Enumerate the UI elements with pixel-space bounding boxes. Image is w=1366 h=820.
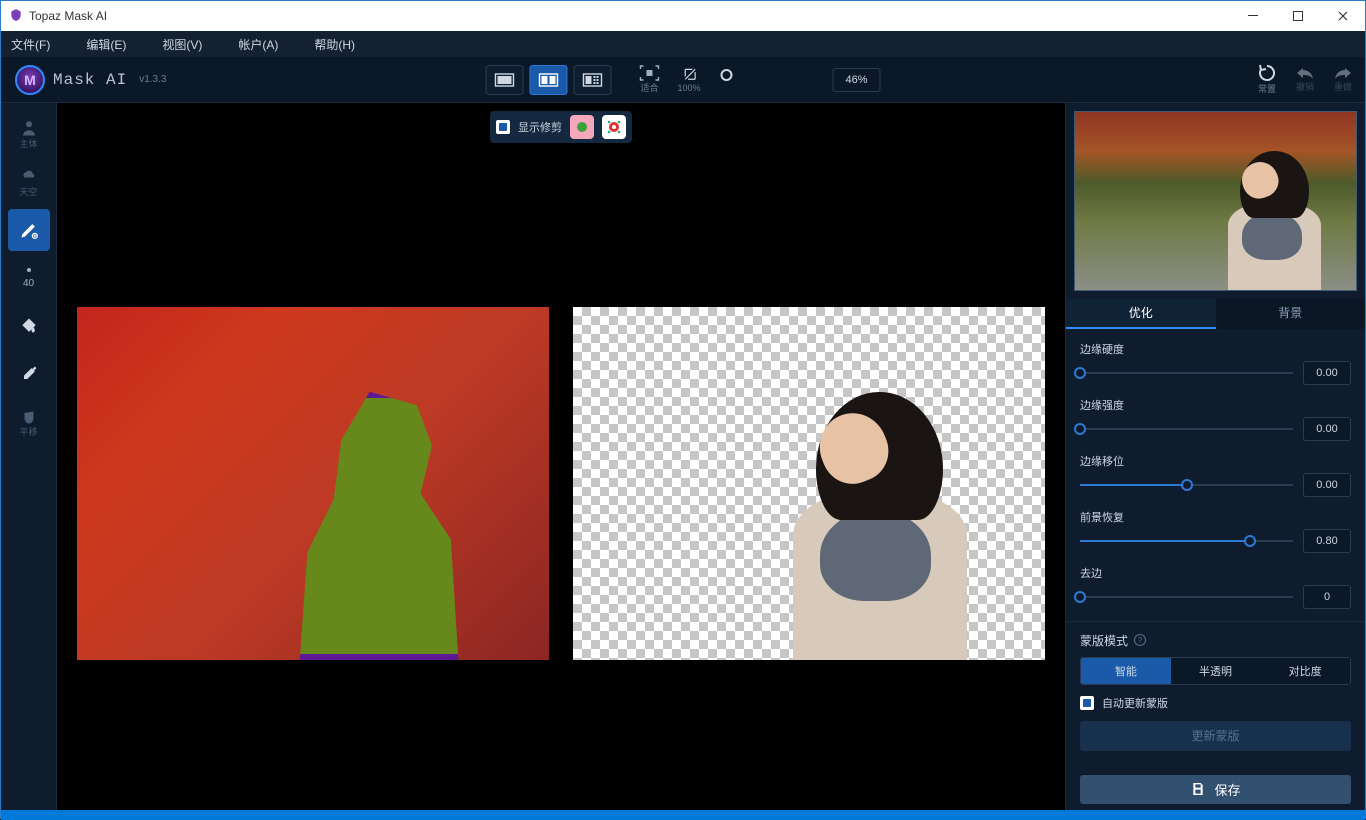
redo-label: 重做 [1334, 80, 1352, 93]
slider-edge-hardness-value[interactable]: 0.00 [1303, 361, 1351, 385]
canvas-area[interactable]: 显示修剪 [57, 103, 1065, 810]
window-maximize-button[interactable] [1275, 1, 1320, 31]
show-trim-checkbox[interactable] [496, 120, 510, 134]
zoom-fit-button[interactable]: 适合 [639, 65, 659, 94]
slider-defringe-value[interactable]: 0 [1303, 585, 1351, 609]
slider-edge-strength-value[interactable]: 0.00 [1303, 417, 1351, 441]
slider-edge-shift-label: 边缘移位 [1080, 453, 1351, 469]
menu-account[interactable]: 帐户(A) [238, 36, 278, 53]
update-mask-button[interactable]: 更新蒙版 [1080, 721, 1351, 751]
save-label: 保存 [1214, 780, 1240, 799]
auto-update-label: 自动更新蒙版 [1102, 695, 1168, 711]
redo-button[interactable]: 重做 [1333, 66, 1353, 93]
mask-mode-section: 蒙版模式 ? 智能 半透明 对比度 自动更新蒙版 更新蒙版 [1066, 621, 1365, 761]
slider-edge-strength: 边缘强度 0.00 [1080, 397, 1351, 441]
mask-overlay-swatch-target[interactable] [602, 115, 626, 139]
app-logo-icon: M [15, 65, 45, 95]
reset-button[interactable]: 常置 [1257, 64, 1277, 95]
right-panel-tabs: 优化 背景 [1066, 299, 1365, 328]
zoom-100-button[interactable]: 100% [677, 67, 700, 93]
tool-fill[interactable] [8, 305, 50, 347]
slider-defringe-label: 去边 [1080, 565, 1351, 581]
tool-pan[interactable]: 平移 [8, 401, 50, 443]
slider-edge-shift-track[interactable] [1080, 484, 1293, 486]
reset-label: 常置 [1258, 82, 1276, 95]
slider-edge-hardness-track[interactable] [1080, 372, 1293, 374]
brush-dot-icon [27, 268, 31, 272]
tab-background[interactable]: 背景 [1216, 299, 1366, 328]
slider-fg-recover-label: 前景恢复 [1080, 509, 1351, 525]
tool-brush-settings[interactable] [8, 209, 50, 251]
menu-view[interactable]: 视图(V) [162, 36, 202, 53]
zoom-fit-label: 适合 [640, 81, 658, 94]
tool-eyedropper[interactable] [8, 353, 50, 395]
mask-overlay-swatch-pink[interactable] [570, 115, 594, 139]
undo-label: 撤销 [1296, 80, 1314, 93]
window-minimize-button[interactable] [1230, 1, 1275, 31]
view-single-button[interactable] [485, 65, 523, 95]
zoom-value[interactable]: 46% [833, 68, 881, 92]
tool-sky[interactable]: 天空 [8, 161, 50, 203]
brush-size-indicator[interactable]: 40 [8, 257, 50, 299]
auto-update-checkbox[interactable] [1080, 696, 1094, 710]
view-split-button[interactable] [529, 65, 567, 95]
slider-fg-recover-value[interactable]: 0.80 [1303, 529, 1351, 553]
save-button[interactable]: 保存 [1080, 775, 1351, 804]
tool-subject-label: 主体 [19, 137, 37, 150]
navigator-preview[interactable] [1074, 111, 1357, 291]
undo-button[interactable]: 撤销 [1295, 66, 1315, 93]
slider-edge-strength-track[interactable] [1080, 428, 1293, 430]
mask-mode-semi[interactable]: 半透明 [1171, 658, 1261, 684]
mask-mode-smart[interactable]: 智能 [1081, 658, 1171, 684]
tool-sky-label: 天空 [19, 185, 37, 198]
zoom-100-label: 100% [677, 83, 700, 93]
canvas-options-bar: 显示修剪 [490, 111, 632, 143]
main-area: 主体 天空 40 平移 显示修剪 [1, 103, 1365, 810]
right-panel: 优化 背景 边缘硬度 0.00 边缘强度 0.00 边缘移位 [1065, 103, 1365, 810]
app-version: v1.3.3 [139, 74, 166, 85]
slider-edge-hardness: 边缘硬度 0.00 [1080, 341, 1351, 385]
mask-mode-title: 蒙版模式 [1080, 632, 1128, 649]
window-close-button[interactable] [1320, 1, 1365, 31]
sliders-group: 边缘硬度 0.00 边缘强度 0.00 边缘移位 0.00 [1066, 329, 1365, 621]
slider-edge-shift: 边缘移位 0.00 [1080, 453, 1351, 497]
slider-edge-strength-label: 边缘强度 [1080, 397, 1351, 413]
save-icon [1190, 781, 1206, 797]
left-tool-strip: 主体 天空 40 平移 [1, 103, 57, 810]
mask-mode-segmented: 智能 半透明 对比度 [1080, 657, 1351, 685]
view-side-button[interactable] [573, 65, 611, 95]
slider-fg-recover-track[interactable] [1080, 540, 1293, 542]
window-title: Topaz Mask AI [29, 9, 107, 23]
slider-defringe-track[interactable] [1080, 596, 1293, 598]
tab-optimize[interactable]: 优化 [1066, 299, 1216, 328]
mask-mode-contrast[interactable]: 对比度 [1260, 658, 1350, 684]
zoom-level-indicator [719, 67, 735, 92]
source-image-panel[interactable] [77, 307, 549, 660]
app-name: Mask AI [53, 71, 127, 89]
app-toolbar: M Mask AI v1.3.3 适合 100% 4 [1, 57, 1365, 103]
window-titlebar: Topaz Mask AI [1, 1, 1365, 31]
tool-subject[interactable]: 主体 [8, 113, 50, 155]
menu-bar: 文件(F) 编辑(E) 视图(V) 帐户(A) 帮助(H) [1, 31, 1365, 57]
show-trim-label: 显示修剪 [518, 119, 562, 135]
slider-defringe: 去边 0 [1080, 565, 1351, 609]
tool-pan-label: 平移 [19, 425, 37, 438]
help-icon[interactable]: ? [1134, 634, 1146, 646]
app-icon [9, 8, 23, 25]
slider-fg-recover: 前景恢复 0.80 [1080, 509, 1351, 553]
slider-edge-hardness-label: 边缘硬度 [1080, 341, 1351, 357]
slider-edge-shift-value[interactable]: 0.00 [1303, 473, 1351, 497]
result-image-panel[interactable] [573, 307, 1045, 660]
menu-edit[interactable]: 编辑(E) [86, 36, 126, 53]
brush-size-value: 40 [23, 278, 34, 289]
menu-file[interactable]: 文件(F) [11, 36, 50, 53]
menu-help[interactable]: 帮助(H) [314, 36, 355, 53]
